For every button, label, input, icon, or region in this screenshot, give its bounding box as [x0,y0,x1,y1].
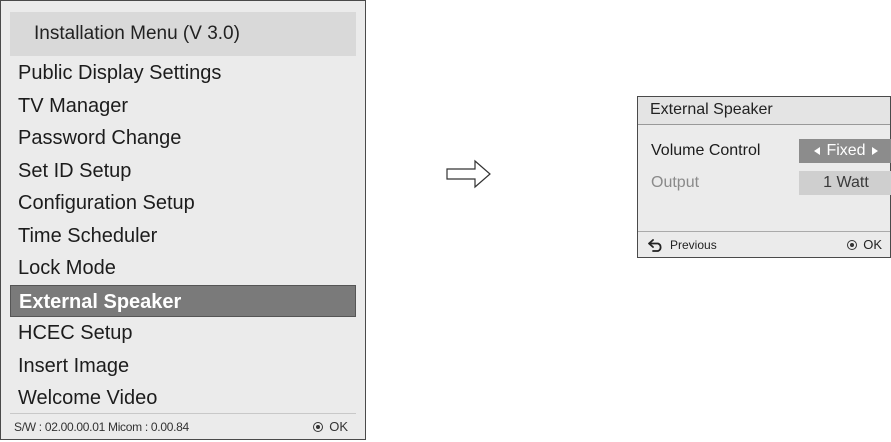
volume-control-selector[interactable]: Fixed [799,139,891,163]
menu-title: Installation Menu (V 3.0) [10,12,356,56]
menu-item-time-scheduler[interactable]: Time Scheduler [10,220,356,253]
version-info: S/W : 02.00.00.01 Micom : 0.00.84 [14,420,189,434]
installation-menu-panel: Installation Menu (V 3.0) Public Display… [0,0,366,440]
dialog-ok-button[interactable]: OK [847,232,882,258]
menu-list: Public Display Settings TV Manager Passwor… [10,57,356,415]
menu-item-password-change[interactable]: Password Change [10,122,356,155]
menu-footer: S/W : 02.00.00.01 Micom : 0.00.84 OK [10,413,356,439]
output-row: Output 1 Watt [651,169,891,197]
previous-button[interactable]: Previous [648,232,717,258]
dialog-title: External Speaker [638,97,890,125]
volume-control-label: Volume Control [651,142,761,159]
ok-label: OK [329,419,348,434]
previous-label: Previous [670,238,717,252]
left-arrow-icon[interactable] [814,146,821,155]
menu-item-lock-mode[interactable]: Lock Mode [10,252,356,285]
enter-button-icon [313,422,324,432]
output-label: Output [651,174,700,191]
right-arrow-icon [446,159,491,189]
menu-item-insert-image[interactable]: Insert Image [10,350,356,383]
right-triangle-icon[interactable] [871,146,878,155]
return-arrow-icon [648,238,662,252]
output-value: 1 Watt [799,171,891,195]
menu-item-external-speaker[interactable]: External Speaker [10,284,356,317]
menu-item-configuration-setup[interactable]: Configuration Setup [10,187,356,220]
ok-button[interactable]: OK [313,414,348,440]
enter-button-icon [847,240,858,250]
menu-item-set-id-setup[interactable]: Set ID Setup [10,155,356,188]
menu-item-tv-manager[interactable]: TV Manager [10,90,356,123]
ok-label: OK [863,237,882,252]
screen: Installation Menu (V 3.0) Public Display… [0,0,891,442]
dialog-footer: Previous OK [638,231,890,257]
menu-item-hcec-setup[interactable]: HCEC Setup [10,317,356,350]
external-speaker-dialog: External Speaker Volume Control Fixed Ou… [637,96,891,258]
menu-item-welcome-video[interactable]: Welcome Video [10,382,356,415]
volume-control-row[interactable]: Volume Control Fixed [651,137,891,165]
volume-control-value: Fixed [826,142,866,159]
menu-item-public-display-settings[interactable]: Public Display Settings [10,57,356,90]
